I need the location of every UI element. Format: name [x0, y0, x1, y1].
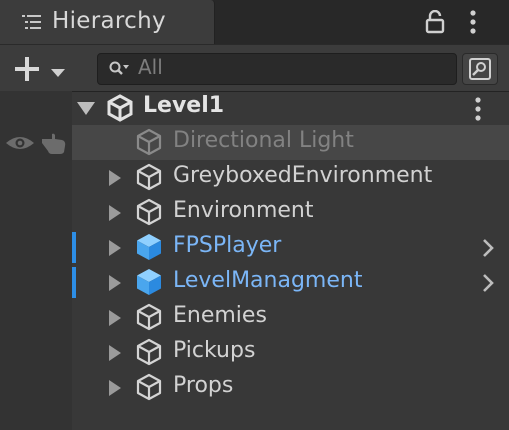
scene-name: Level1	[143, 93, 225, 118]
expand-arrow-icon[interactable]	[109, 275, 121, 291]
visibility-eye-icon[interactable]	[4, 134, 36, 156]
tab-title: Hierarchy	[52, 8, 166, 34]
gameobject-label: Pickups	[173, 338, 256, 363]
expand-arrow-icon[interactable]	[109, 310, 121, 326]
search-field[interactable]: All	[97, 53, 457, 85]
hierarchy-row[interactable]: LevelManagment	[0, 265, 509, 300]
prefab-cube-icon	[134, 232, 164, 266]
hierarchy-row[interactable]: GreyboxedEnvironment	[0, 160, 509, 195]
expand-arrow-icon[interactable]	[109, 345, 121, 361]
prefab-override-bar	[72, 232, 76, 263]
pickable-hand-icon[interactable]	[40, 133, 68, 159]
scene-header-row[interactable]: Level1	[0, 91, 509, 125]
gameobject-label: Environment	[173, 198, 314, 223]
expand-arrow-icon[interactable]	[109, 380, 121, 396]
gameobject-cube-icon	[134, 337, 164, 371]
gameobject-label: Enemies	[173, 303, 267, 328]
gameobject-label: GreyboxedEnvironment	[173, 163, 433, 188]
gameobject-label: LevelManagment	[173, 268, 363, 293]
open-prefab-chevron-icon[interactable]	[481, 273, 495, 297]
hierarchy-toolbar: All	[0, 44, 509, 92]
gameobject-label: FPSPlayer	[173, 233, 282, 258]
expand-arrow-icon[interactable]	[109, 170, 121, 186]
expand-arrow-icon[interactable]	[109, 205, 121, 221]
hierarchy-row[interactable]: Directional Light	[0, 125, 509, 160]
plus-icon	[14, 56, 40, 86]
gameobject-cube-icon	[134, 302, 164, 336]
dropdown-arrow-icon	[50, 63, 66, 82]
gameobject-label: Directional Light	[173, 128, 354, 153]
tab-menu-kebab-icon[interactable]	[468, 10, 478, 38]
search-placeholder: All	[138, 55, 163, 79]
scene-search-button[interactable]	[462, 53, 498, 85]
gameobject-cube-icon	[134, 162, 164, 196]
expand-arrow-icon[interactable]	[109, 240, 121, 256]
lock-icon[interactable]	[424, 9, 446, 38]
tab-hierarchy[interactable]: Hierarchy	[0, 0, 215, 44]
unity-scene-icon	[106, 94, 134, 126]
prefab-override-bar	[72, 267, 76, 298]
gameobject-cube-icon	[134, 127, 164, 161]
gameobject-cube-icon	[134, 372, 164, 406]
gameobject-cube-icon	[134, 197, 164, 231]
hierarchy-row[interactable]: Pickups	[0, 335, 509, 370]
create-dropdown-button[interactable]	[14, 53, 74, 83]
hierarchy-row[interactable]: FPSPlayer	[0, 230, 509, 265]
window-tab-bar: Hierarchy	[0, 0, 509, 44]
hierarchy-list-icon	[22, 14, 42, 34]
scene-menu-kebab-icon[interactable]	[473, 97, 483, 125]
scene-search-icon	[468, 57, 492, 85]
gameobject-label: Props	[173, 373, 234, 398]
prefab-cube-icon	[134, 267, 164, 301]
open-prefab-chevron-icon[interactable]	[481, 238, 495, 262]
hierarchy-row[interactable]: Enemies	[0, 300, 509, 335]
expand-arrow-icon[interactable]	[77, 102, 95, 115]
hierarchy-row[interactable]: Environment	[0, 195, 509, 230]
search-icon	[108, 60, 130, 82]
hierarchy-row[interactable]: Props	[0, 370, 509, 405]
